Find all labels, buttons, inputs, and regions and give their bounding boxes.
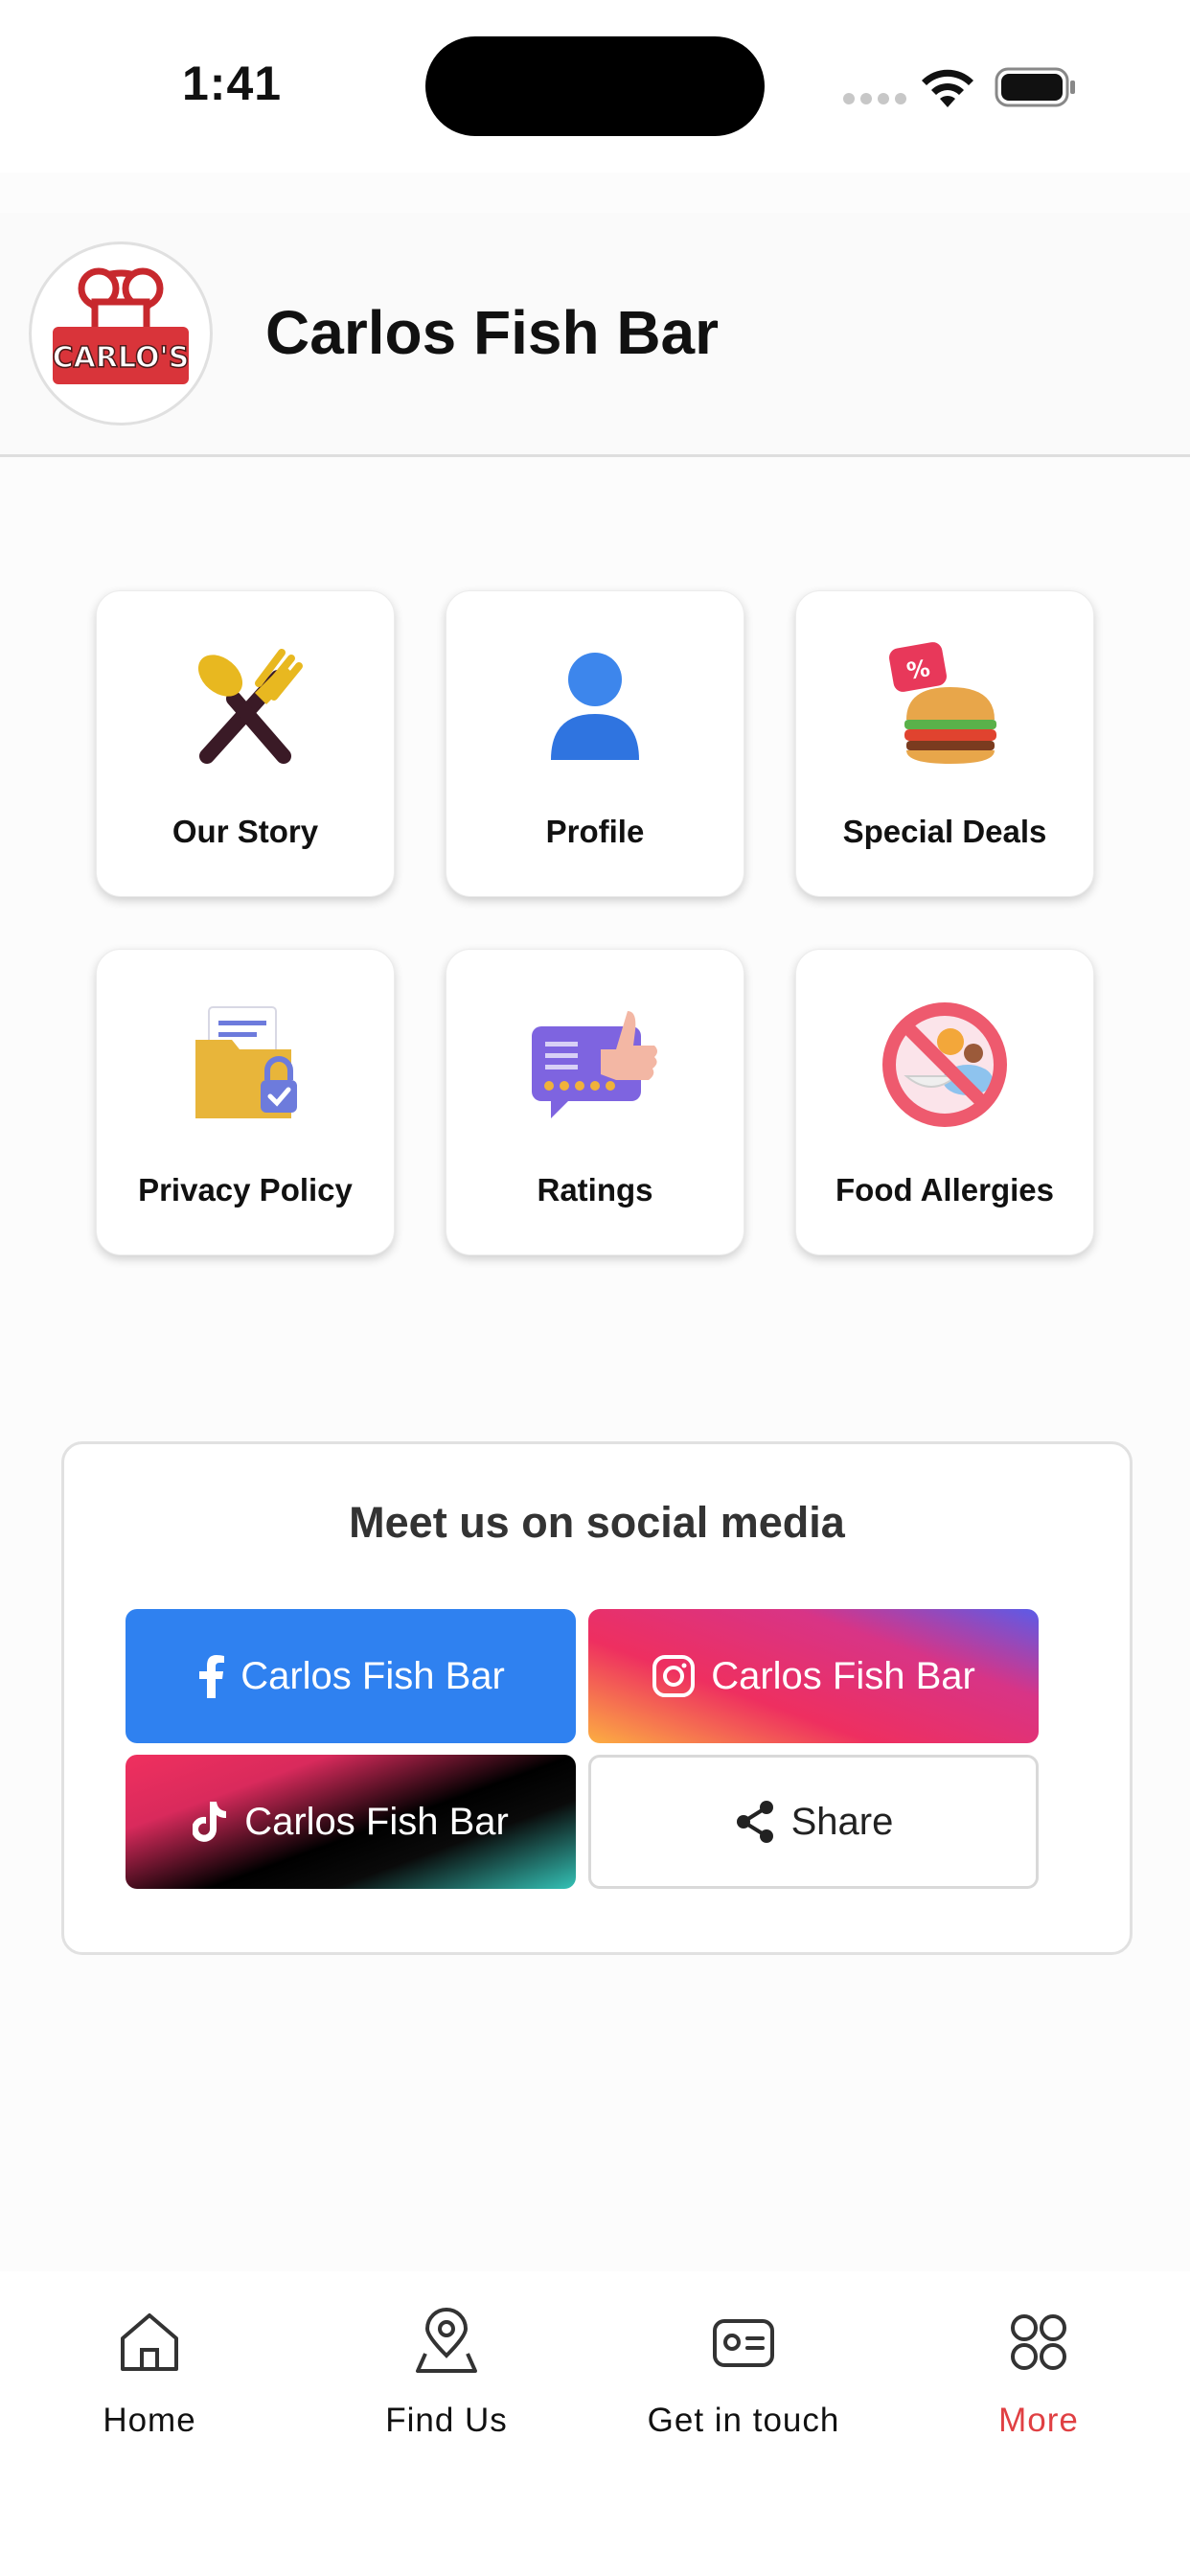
tiktok-icon xyxy=(193,1802,227,1842)
battery-icon xyxy=(995,67,1075,107)
tab-label: More xyxy=(998,2402,1079,2439)
tile-privacy-policy[interactable]: Privacy Policy xyxy=(96,949,395,1255)
share-icon xyxy=(736,1801,773,1843)
tab-home[interactable]: Home xyxy=(25,2308,274,2440)
social-title: Meet us on social media xyxy=(349,1498,845,1547)
tile-special-deals[interactable]: % Special Deals xyxy=(795,590,1094,897)
tile-our-story[interactable]: Our Story xyxy=(96,590,395,897)
tile-label: Our Story xyxy=(172,814,319,849)
instagram-icon xyxy=(652,1655,696,1697)
facebook-label: Carlos Fish Bar xyxy=(240,1654,505,1697)
tile-label: Privacy Policy xyxy=(138,1172,353,1208)
status-bar: 1:41 xyxy=(0,0,1190,172)
burger-discount-icon: % xyxy=(889,642,996,764)
share-button[interactable]: Share xyxy=(588,1755,1039,1889)
svg-text:CARLO'S: CARLO'S xyxy=(53,341,190,375)
app-header: CARLO'S Carlos Fish Bar xyxy=(0,213,1190,457)
no-allergen-icon xyxy=(882,1002,1007,1127)
tile-profile[interactable]: Profile xyxy=(446,590,744,897)
svg-text:%: % xyxy=(904,655,932,685)
dynamic-island xyxy=(425,36,765,136)
tiktok-label: Carlos Fish Bar xyxy=(244,1800,509,1843)
person-icon xyxy=(551,653,639,760)
tile-food-allergies[interactable]: Food Allergies xyxy=(795,949,1094,1255)
share-label: Share xyxy=(790,1800,894,1843)
tile-label: Ratings xyxy=(537,1172,653,1208)
facebook-icon xyxy=(199,1655,225,1698)
tile-label: Profile xyxy=(545,814,645,849)
restaurant-logo: CARLO'S xyxy=(29,242,213,426)
grid-icon xyxy=(1011,2314,1066,2370)
folder-lock-icon xyxy=(195,1006,297,1118)
facebook-button[interactable]: Carlos Fish Bar xyxy=(126,1609,576,1743)
instagram-button[interactable]: Carlos Fish Bar xyxy=(588,1609,1039,1743)
cellular-signal-icon xyxy=(843,92,912,109)
tiktok-button[interactable]: Carlos Fish Bar xyxy=(126,1755,576,1889)
tab-get-in-touch[interactable]: Get in touch xyxy=(619,2308,868,2440)
tile-ratings[interactable]: Ratings xyxy=(446,949,744,1255)
page-title: Carlos Fish Bar xyxy=(265,298,720,367)
tab-more[interactable]: More xyxy=(914,2308,1163,2440)
tab-find-us[interactable]: Find Us xyxy=(322,2308,571,2440)
contact-card-icon xyxy=(713,2319,774,2367)
bottom-tab-bar: Home Find Us Get in touch More xyxy=(0,2271,1190,2576)
wifi-icon xyxy=(922,69,973,107)
fork-spoon-icon xyxy=(197,649,303,764)
tab-label: Find Us xyxy=(385,2402,508,2439)
tile-label: Food Allergies xyxy=(835,1172,1054,1208)
tab-label: Home xyxy=(103,2402,196,2439)
location-pin-icon xyxy=(416,2308,477,2373)
rating-thumbs-up-icon xyxy=(532,1011,657,1118)
instagram-label: Carlos Fish Bar xyxy=(711,1654,975,1697)
tile-label: Special Deals xyxy=(842,814,1047,849)
tab-label: Get in touch xyxy=(647,2402,840,2439)
social-media-card: Meet us on social media Carlos Fish Bar … xyxy=(61,1441,1133,1955)
home-icon xyxy=(121,2313,178,2371)
status-time: 1:41 xyxy=(182,57,283,110)
